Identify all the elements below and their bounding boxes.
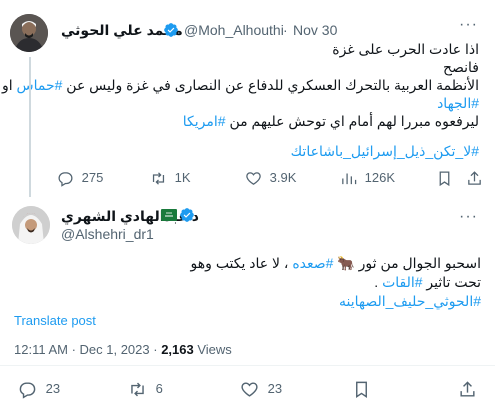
like-count: 3.9K xyxy=(269,170,297,185)
tweet-text-segment: ليرفعوه مبررا لهم أمام اي توحش عليهم من xyxy=(229,113,479,129)
retweet-count: 6 xyxy=(155,380,163,396)
tweet2-text-line-2: تحت تاثير #القات . xyxy=(374,273,481,292)
tweet-text-segment: الأنظمة العربية بالتحرك العسكري للدفاع ع… xyxy=(66,77,479,93)
translate-post-link[interactable]: Translate post xyxy=(14,313,96,328)
verified-badge-icon xyxy=(163,22,179,38)
reply-icon xyxy=(58,172,73,187)
more-options-icon[interactable]: ··· xyxy=(459,16,478,34)
hashtag-hamas[interactable]: #حماس xyxy=(17,77,63,93)
tweet-date[interactable]: Nov 30 xyxy=(293,22,337,38)
reply-count: 275 xyxy=(81,170,104,185)
bookmark-button[interactable] xyxy=(352,380,371,404)
tweet-text-segment: ، لا عاد يكتب وهو xyxy=(190,255,289,271)
heart-icon xyxy=(246,172,261,185)
reply-button[interactable]: 275 xyxy=(57,170,103,187)
share-button[interactable] xyxy=(466,170,483,192)
tweet-text-line-5: ليرفعوه مبررا لهم أمام اي توحش عليهم من … xyxy=(183,112,479,131)
retweet-button[interactable]: 6 xyxy=(128,380,163,399)
retweet-icon xyxy=(131,382,144,397)
thread-connector-line xyxy=(29,57,31,197)
author-handle[interactable]: @Moh_Alhouthi xyxy=(184,22,284,38)
tweet-text-line-3: الأنظمة العربية بالتحرك العسكري للدفاع ع… xyxy=(2,76,479,95)
hashtag-america[interactable]: #امريكا xyxy=(183,113,226,129)
hashtag-houthi-ally[interactable]: #الحوثي_حليف_الصهاينه xyxy=(339,292,481,311)
tweet-text-segment: تحت تاثير xyxy=(426,274,481,290)
retweet-button[interactable]: 1K xyxy=(150,170,191,187)
views-button[interactable]: 126K xyxy=(340,170,395,187)
views-chart-icon xyxy=(342,173,357,185)
reply-count: 23 xyxy=(45,380,61,396)
share-icon xyxy=(468,171,481,185)
hashtag-last[interactable]: #لا_تكن_ذيل_إسرائيل_باشاعاتك xyxy=(291,142,479,161)
separator-dot: · xyxy=(283,22,288,38)
views-label: Views xyxy=(197,342,232,357)
bookmark-icon xyxy=(356,381,367,398)
tweet-text-line-1: اذا عادت الحرب على غزة xyxy=(332,41,479,57)
heart-icon xyxy=(241,382,258,397)
tweet-text-segment: اسحبو الجوال من ثور xyxy=(358,255,481,271)
tweet-focused: د عبدالهادي الشهري @Alshehri_dr1 ··· اسح… xyxy=(0,200,495,419)
like-button[interactable]: 23 xyxy=(240,380,282,399)
avatar-alshehri[interactable] xyxy=(12,206,50,244)
more-options-icon[interactable]: ··· xyxy=(459,208,478,226)
retweet-count: 1K xyxy=(174,170,191,185)
like-button[interactable]: 3.9K xyxy=(245,170,296,187)
hashtag-qat[interactable]: #القات xyxy=(382,274,422,290)
reply-button[interactable]: 23 xyxy=(18,380,60,399)
views-count: 2,163 xyxy=(161,342,194,357)
views-count: 126K xyxy=(364,170,395,185)
tweet-parent: محمد علي الحوثي @Moh_Alhouthi · Nov 30 ·… xyxy=(0,0,495,200)
author-handle[interactable]: @Alshehri_dr1 xyxy=(61,226,154,242)
bookmark-button[interactable] xyxy=(436,170,453,192)
verified-badge-icon xyxy=(179,207,195,223)
bull-emoji: 🐂 xyxy=(337,255,355,271)
tweet2-text-line-1: اسحبو الجوال من ثور 🐂 #صعده ، لا عاد يكت… xyxy=(191,254,481,273)
post-timestamp: 12:11 AM · Dec 1, 2023 · 2,163 Views xyxy=(14,342,232,357)
tweet-text-line-2: فانصح xyxy=(442,59,479,75)
retweet-icon xyxy=(152,172,165,185)
divider xyxy=(0,365,495,366)
reply-icon xyxy=(19,382,36,399)
timestamp-text[interactable]: 12:11 AM · Dec 1, 2023 · xyxy=(14,342,158,357)
hashtag-saada[interactable]: #صعده xyxy=(292,255,333,271)
avatar-moh-alhouthi[interactable] xyxy=(10,14,48,52)
like-count: 23 xyxy=(267,380,283,396)
saudi-flag-icon xyxy=(161,208,177,221)
hashtag-jihad[interactable]: #الجهاد xyxy=(437,94,479,113)
share-button[interactable] xyxy=(458,380,477,404)
tweet-text-segment: او xyxy=(1,77,13,93)
bookmark-icon xyxy=(439,171,450,187)
tweet-text-segment: . xyxy=(374,274,379,290)
share-icon xyxy=(460,381,475,397)
